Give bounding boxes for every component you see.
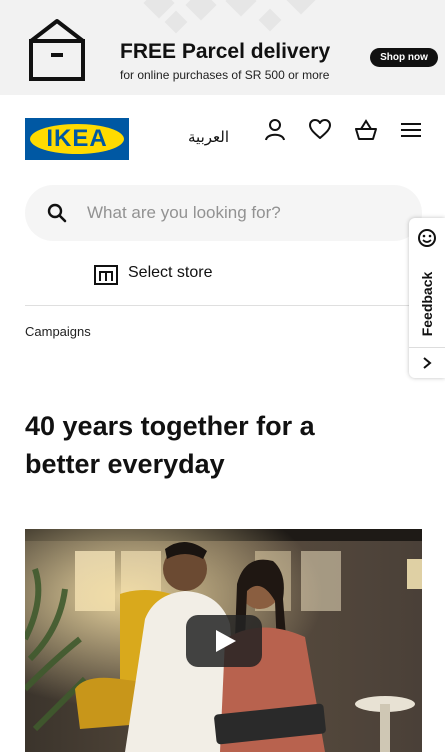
promo-banner[interactable]: FREE Parcel delivery for online purchase…	[0, 0, 445, 95]
page-title: 40 years together for a better everyday	[25, 411, 315, 479]
basket-icon[interactable]	[355, 118, 377, 142]
play-icon	[216, 630, 236, 652]
shop-now-button[interactable]: Shop now	[370, 48, 438, 67]
promo-title-bold: FREE	[120, 40, 177, 63]
language-switch[interactable]: العربية	[188, 128, 229, 146]
ikea-logo[interactable]: IKEA	[25, 118, 129, 160]
search-input[interactable]: What are you looking for?	[87, 203, 281, 223]
heart-icon[interactable]	[309, 118, 331, 142]
menu-icon[interactable]	[400, 118, 422, 142]
chevron-right-icon[interactable]	[420, 356, 434, 370]
feedback-tab[interactable]: Feedback	[409, 218, 445, 378]
store-icon	[94, 265, 118, 285]
logo-text: IKEA	[46, 125, 108, 152]
decorative-shape	[164, 10, 188, 34]
decorative-shape	[285, 0, 317, 15]
divider	[25, 305, 422, 306]
parcel-box-icon	[29, 19, 85, 81]
smiley-icon	[418, 229, 436, 247]
select-store-label: Select store	[128, 264, 213, 281]
decorative-shape	[225, 0, 257, 17]
campaign-video[interactable]	[25, 529, 422, 752]
promo-title: FREE Parcel delivery	[120, 40, 330, 64]
promo-title-rest: Parcel delivery	[181, 40, 331, 63]
decorative-shape	[185, 0, 217, 21]
promo-subtitle: for online purchases of SR 500 or more	[120, 68, 330, 82]
feedback-label: Feedback	[419, 271, 435, 337]
decorative-shape	[258, 8, 282, 32]
search-icon	[47, 203, 67, 223]
search-bar[interactable]: What are you looking for?	[25, 185, 422, 241]
play-button[interactable]	[186, 615, 262, 667]
breadcrumb[interactable]: Campaigns	[25, 324, 91, 339]
profile-icon[interactable]	[264, 118, 286, 142]
divider	[409, 347, 445, 348]
